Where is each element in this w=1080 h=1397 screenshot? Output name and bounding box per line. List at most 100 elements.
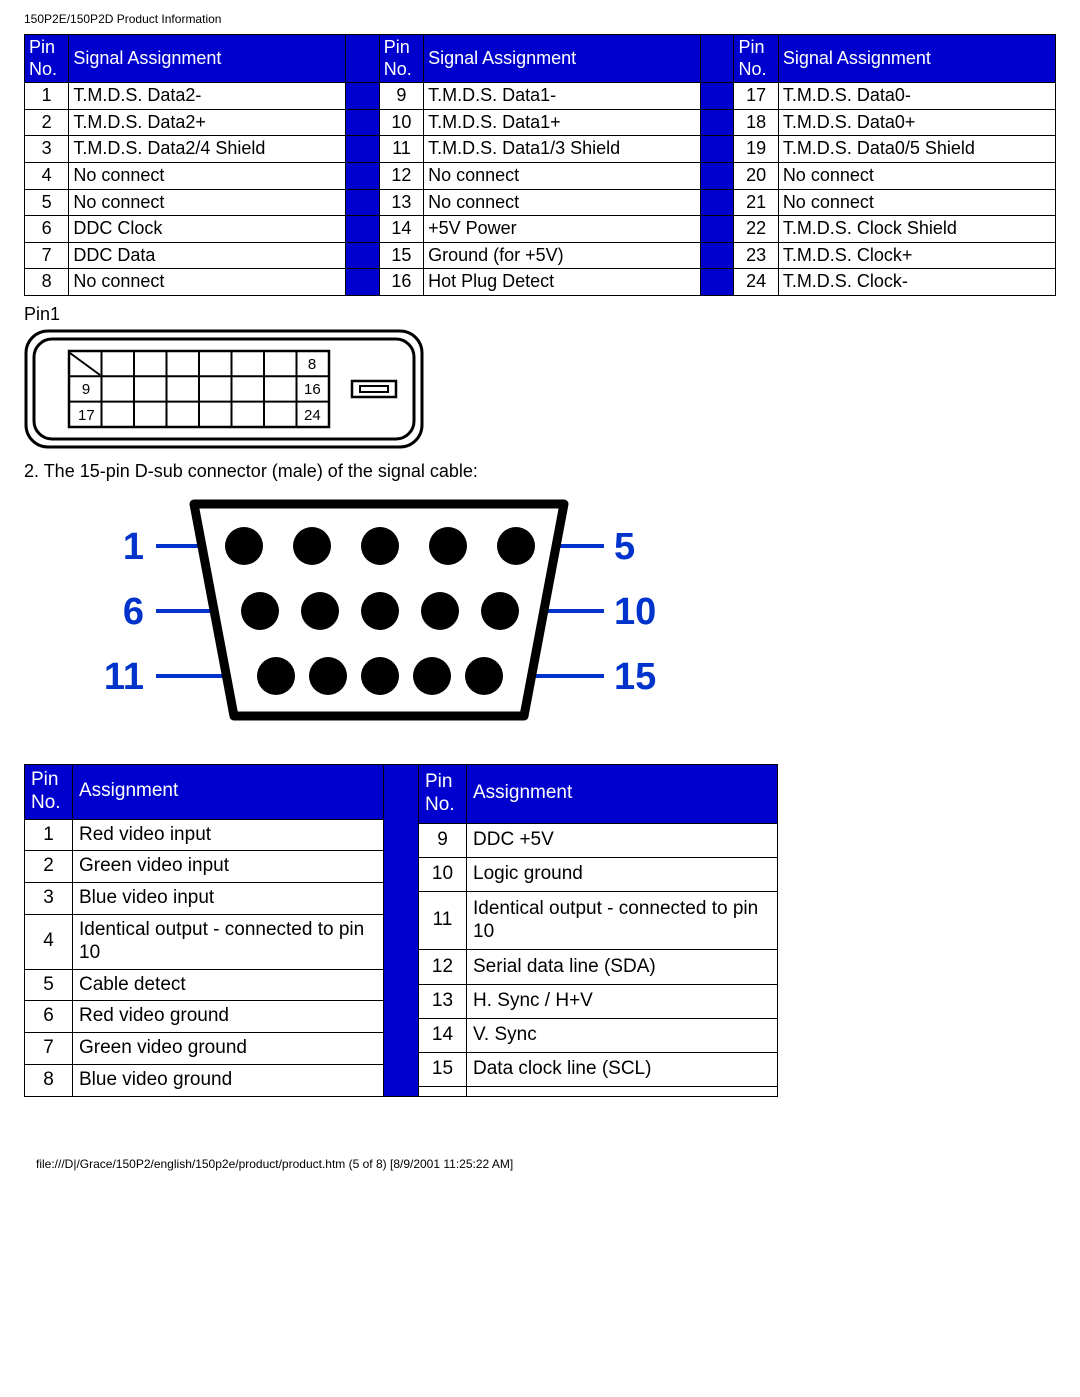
svg-text:5: 5	[614, 526, 635, 568]
pin-number: 15	[419, 1052, 467, 1086]
svg-text:15: 15	[614, 656, 656, 698]
document-title: 150P2E/150P2D Product Information	[24, 12, 1056, 26]
pin-assignment	[467, 1087, 778, 1097]
svg-text:16: 16	[304, 381, 321, 398]
dvi-header-pin: Pin No.	[734, 35, 778, 83]
pin-number: 22	[734, 216, 778, 243]
pin-number: 18	[734, 109, 778, 136]
signal-assignment: T.M.D.S. Data2-	[69, 83, 346, 110]
signal-assignment: +5V Power	[424, 216, 701, 243]
table-separator	[346, 136, 379, 163]
signal-assignment: T.M.D.S. Data0/5 Shield	[778, 136, 1055, 163]
pin-number: 10	[419, 857, 467, 891]
dsub-table-left: Pin No. Assignment 1Red video input2Gree…	[24, 764, 384, 1097]
pin-number	[419, 1087, 467, 1097]
signal-assignment: T.M.D.S. Data0+	[778, 109, 1055, 136]
svg-text:8: 8	[308, 356, 316, 373]
signal-assignment: T.M.D.S. Data1/3 Shield	[424, 136, 701, 163]
pin-assignment: Data clock line (SCL)	[467, 1052, 778, 1086]
pin-number: 11	[419, 891, 467, 950]
dsub-header-pin: Pin No.	[25, 764, 73, 819]
table-separator	[346, 216, 379, 243]
pin-number: 20	[734, 162, 778, 189]
svg-text:10: 10	[614, 591, 656, 633]
signal-assignment: T.M.D.S. Data0-	[778, 83, 1055, 110]
signal-assignment: Hot Plug Detect	[424, 269, 701, 296]
table-separator	[346, 35, 379, 83]
pin-number: 2	[25, 851, 73, 883]
table-separator	[346, 269, 379, 296]
table-separator	[701, 216, 734, 243]
dsub-header-sig: Assignment	[73, 764, 384, 819]
pin-number: 6	[25, 1001, 73, 1033]
signal-assignment: No connect	[424, 162, 701, 189]
pin-number: 12	[419, 950, 467, 984]
dvi-pin-table: Pin No. Signal Assignment Pin No. Signal…	[24, 34, 1056, 296]
pin-number: 12	[379, 162, 423, 189]
pin-assignment: Identical output - connected to pin 10	[467, 891, 778, 950]
pin-assignment: DDC +5V	[467, 823, 778, 857]
table-separator	[346, 83, 379, 110]
table-separator	[701, 242, 734, 269]
pin-assignment: Cable detect	[73, 969, 384, 1001]
pin-assignment: Serial data line (SDA)	[467, 950, 778, 984]
table-separator	[701, 109, 734, 136]
signal-assignment: T.M.D.S. Data2/4 Shield	[69, 136, 346, 163]
pin-assignment: H. Sync / H+V	[467, 984, 778, 1018]
page-footer: file:///D|/Grace/150P2/english/150p2e/pr…	[24, 1157, 1056, 1171]
pin-number: 21	[734, 189, 778, 216]
pin-number: 13	[419, 984, 467, 1018]
pin-assignment: Red video input	[73, 819, 384, 851]
signal-assignment: T.M.D.S. Data1-	[424, 83, 701, 110]
dsub-table-right: Pin No. Assignment 9DDC +5V10Logic groun…	[418, 764, 778, 1097]
pin1-label: Pin1	[24, 304, 1056, 325]
dvi-connector-diagram: 8 9 16 17 24	[24, 329, 1056, 449]
dvi-header-pin: Pin No.	[25, 35, 69, 83]
dvi-header-sig: Signal Assignment	[69, 35, 346, 83]
pin-number: 11	[379, 136, 423, 163]
pin-assignment: Green video ground	[73, 1033, 384, 1065]
signal-assignment: No connect	[69, 269, 346, 296]
pin-number: 4	[25, 162, 69, 189]
pin-number: 19	[734, 136, 778, 163]
pin-number: 4	[25, 914, 73, 969]
signal-assignment: Ground (for +5V)	[424, 242, 701, 269]
signal-assignment: DDC Data	[69, 242, 346, 269]
dvi-header-sig: Signal Assignment	[778, 35, 1055, 83]
signal-assignment: T.M.D.S. Clock+	[778, 242, 1055, 269]
dsub-connector-diagram: 1 6 11 5 10 15	[84, 494, 1056, 724]
pin-number: 23	[734, 242, 778, 269]
svg-text:17: 17	[78, 407, 95, 424]
dvi-header-sig: Signal Assignment	[424, 35, 701, 83]
pin-number: 14	[419, 1018, 467, 1052]
pin-assignment: Blue video ground	[73, 1064, 384, 1096]
table-separator	[701, 269, 734, 296]
signal-assignment: No connect	[69, 162, 346, 189]
svg-text:6: 6	[123, 591, 144, 633]
signal-assignment: No connect	[424, 189, 701, 216]
dvi-header-pin: Pin No.	[379, 35, 423, 83]
svg-text:24: 24	[304, 407, 321, 424]
dsub-caption: 2. The 15-pin D-sub connector (male) of …	[24, 461, 1056, 482]
pin-assignment: Green video input	[73, 851, 384, 883]
pin-assignment: Logic ground	[467, 857, 778, 891]
signal-assignment: T.M.D.S. Data1+	[424, 109, 701, 136]
table-separator	[346, 242, 379, 269]
table-separator	[346, 162, 379, 189]
pin-number: 6	[25, 216, 69, 243]
pin-number: 7	[25, 242, 69, 269]
pin-number: 1	[25, 83, 69, 110]
pin-number: 1	[25, 819, 73, 851]
pin-number: 8	[25, 1064, 73, 1096]
pin-number: 3	[25, 883, 73, 915]
signal-assignment: No connect	[69, 189, 346, 216]
svg-text:11: 11	[104, 656, 144, 698]
table-separator	[346, 189, 379, 216]
svg-text:9: 9	[82, 381, 90, 398]
table-separator	[384, 764, 418, 1097]
svg-text:1: 1	[123, 526, 144, 568]
table-separator	[701, 136, 734, 163]
pin-number: 8	[25, 269, 69, 296]
signal-assignment: DDC Clock	[69, 216, 346, 243]
pin-number: 16	[379, 269, 423, 296]
